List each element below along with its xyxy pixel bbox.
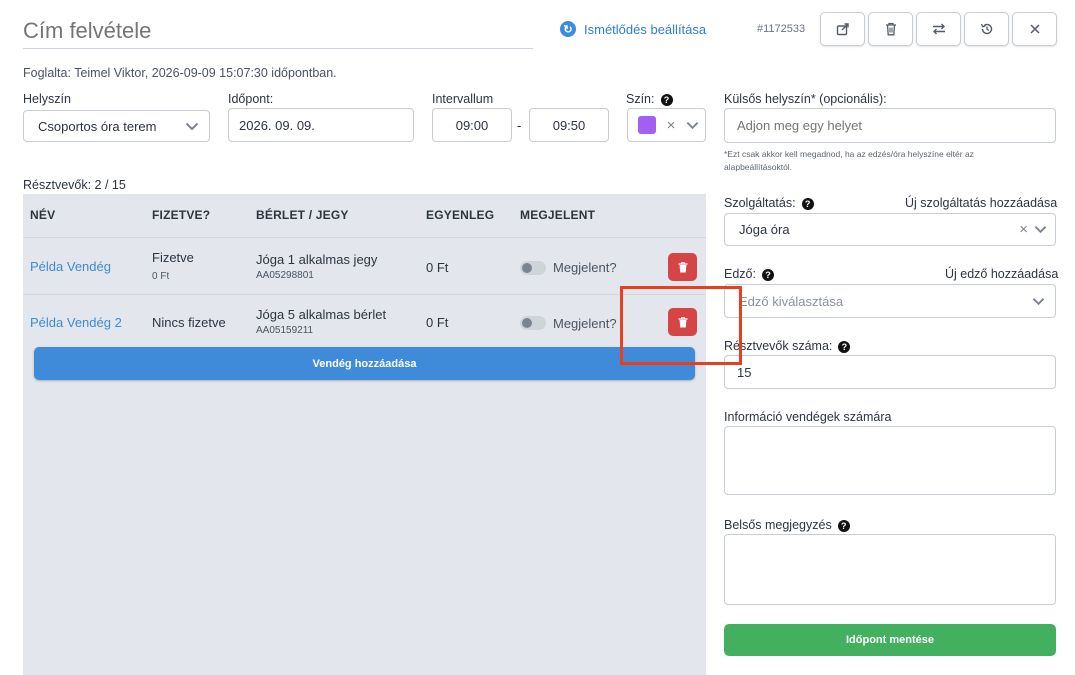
attended-toggle[interactable] (520, 261, 546, 275)
location-select[interactable]: Csoportos óra terem (23, 110, 210, 142)
new-service-link[interactable]: Új szolgáltatás hozzáadása (905, 196, 1057, 210)
help-icon[interactable]: ? (801, 197, 814, 210)
color-select[interactable]: × (627, 108, 706, 142)
guest-info-label: Információ vendégek számára (724, 410, 892, 424)
guest-info-textarea[interactable] (724, 426, 1056, 495)
external-location-label: Külsős helyszín* (opcionális): (724, 92, 887, 106)
refresh-icon: ↻ (560, 21, 576, 37)
pass-code: AA05159211 (256, 325, 314, 336)
service-label-wrap: Szolgáltatás:? (724, 196, 814, 210)
trash-icon (678, 261, 687, 272)
color-swatch (638, 116, 656, 134)
date-label: Időpont: (228, 92, 274, 106)
delete-booking-button[interactable] (868, 12, 913, 46)
highlight-box (620, 286, 742, 365)
attended-toggle[interactable] (520, 316, 546, 330)
column-header-name: NÉV (30, 208, 56, 222)
color-label-wrap: Szín:? (626, 92, 673, 106)
interval-start-value: 09:00 (455, 117, 489, 133)
trainer-label: Edző: (724, 267, 756, 281)
history-icon (980, 23, 992, 35)
booking-id: #1172533 (757, 23, 806, 35)
repeat-settings-label: Ismétlődés beállítása (584, 21, 707, 37)
column-header-balance: EGYENLEG (426, 208, 495, 222)
guest-name-link[interactable]: Példa Vendég (30, 259, 111, 274)
interval-end-value: 09:50 (552, 117, 586, 133)
interval-end-input[interactable]: 09:50 (529, 108, 609, 142)
column-header-paid: FIZETVE? (152, 208, 211, 222)
close-icon (1029, 24, 1040, 34)
swap-icon (932, 23, 945, 35)
external-location-input[interactable] (724, 108, 1056, 143)
balance-value: 0 Ft (426, 315, 449, 330)
participants-count: Résztvevők: 2 / 15 (23, 178, 126, 192)
location-label: Helyszín (23, 92, 71, 106)
attended-label: Megjelent? (553, 260, 617, 275)
color-label: Szín: (626, 92, 655, 106)
location-value: Csoportos óra terem (38, 118, 157, 134)
capacity-input[interactable]: 15 (724, 355, 1056, 389)
date-input[interactable]: 2026. 09. 09. (228, 108, 414, 142)
column-header-pass: BÉRLET / JEGY (256, 208, 349, 222)
capacity-label-wrap: Résztvevők száma:? (724, 339, 851, 353)
service-label: Szolgáltatás: (724, 196, 796, 210)
swap-button[interactable] (916, 12, 961, 46)
booked-by-text: Foglalta: Teimel Viktor, 2026-09-09 15:0… (23, 66, 337, 80)
add-guest-button[interactable]: Vendég hozzáadása (34, 347, 695, 380)
trainer-placeholder: Edző kiválasztása (739, 293, 844, 309)
save-booking-button[interactable]: Időpont mentése (724, 624, 1056, 656)
share-icon (836, 23, 849, 36)
interval-label: Intervallum (432, 92, 494, 106)
pass-name: Jóga 1 alkalmas jegy (256, 252, 378, 267)
trainer-label-wrap: Edző:? (724, 267, 774, 281)
help-icon[interactable]: ? (837, 519, 850, 532)
help-icon[interactable]: ? (838, 340, 851, 353)
clear-icon[interactable]: × (667, 117, 676, 134)
pass-name: Jóga 5 alkalmas bérlet (256, 307, 387, 322)
history-button[interactable] (964, 12, 1009, 46)
share-button[interactable] (820, 12, 865, 46)
interval-separator: - (517, 118, 522, 133)
chevron-down-icon[interactable] (1034, 225, 1047, 234)
column-header-attended: MEGJELENT (520, 208, 596, 222)
date-value: 2026. 09. 09. (239, 117, 315, 133)
pass-code: AA05298801 (256, 270, 314, 281)
internal-note-label: Belsős megjegyzés (724, 518, 832, 532)
repeat-settings-link[interactable]: ↻ Ismétlődés beállítása (560, 21, 706, 37)
help-icon[interactable]: ? (660, 93, 673, 106)
trainer-select[interactable]: Edző kiválasztása (724, 284, 1056, 318)
paid-amount: 0 Ft (152, 271, 170, 282)
attended-label: Megjelent? (553, 316, 617, 331)
help-icon[interactable]: ? (761, 268, 774, 281)
paid-status: Fizetve (152, 250, 194, 265)
clear-icon[interactable]: × (1019, 221, 1028, 238)
chevron-down-icon (185, 122, 199, 130)
balance-value: 0 Ft (426, 260, 449, 275)
paid-status: Nincs fizetve (152, 315, 226, 330)
internal-note-label-wrap: Belsős megjegyzés? (724, 518, 850, 532)
row-divider (23, 237, 706, 238)
chevron-down-icon[interactable] (686, 121, 699, 130)
guest-name-link[interactable]: Példa Vendég 2 (30, 315, 122, 330)
capacity-value: 15 (737, 364, 752, 380)
row-divider (23, 294, 706, 295)
service-value: Jóga óra (739, 222, 790, 237)
close-button[interactable] (1012, 12, 1057, 46)
service-select[interactable]: Jóga óra × (724, 213, 1056, 246)
remove-guest-button[interactable] (668, 253, 697, 281)
title-input[interactable] (23, 14, 533, 49)
external-location-hint: *Ezt csak akkor kell megadnod, ha az edz… (724, 149, 974, 172)
trash-icon (885, 22, 896, 36)
chevron-down-icon (1032, 297, 1045, 305)
new-trainer-link[interactable]: Új edző hozzáadása (945, 267, 1058, 281)
interval-start-input[interactable]: 09:00 (432, 108, 512, 142)
internal-note-textarea[interactable] (724, 534, 1056, 605)
